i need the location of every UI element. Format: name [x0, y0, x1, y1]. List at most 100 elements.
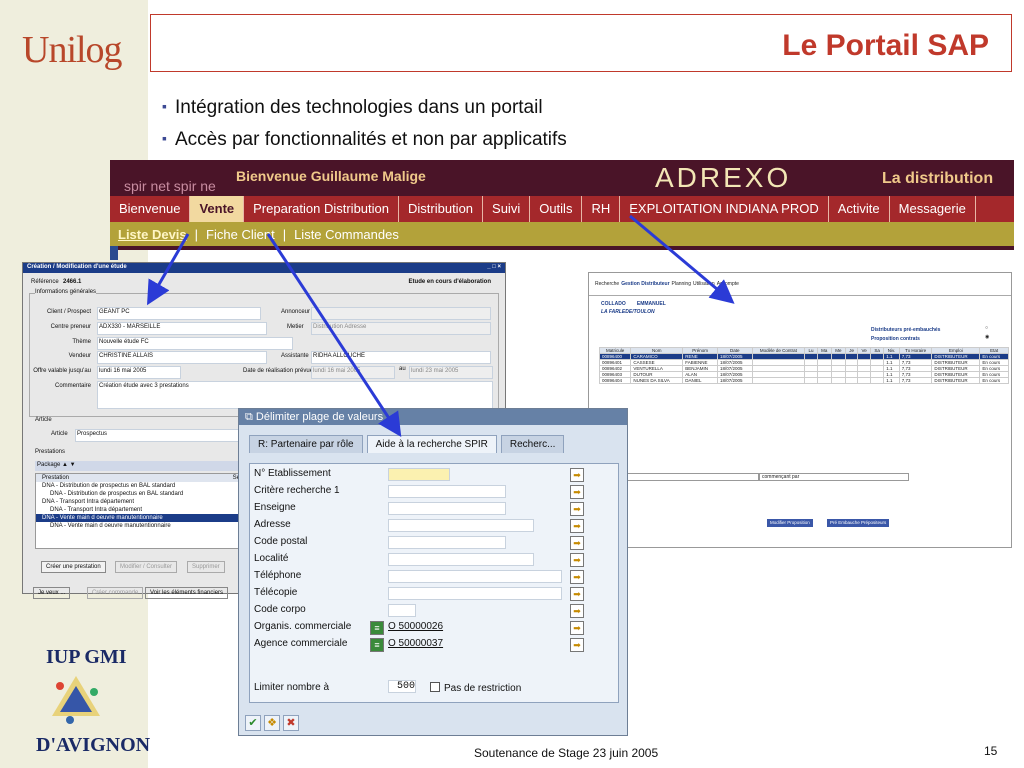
nav-bienvenue[interactable]: Bienvenue	[110, 196, 191, 222]
city: LA FARLEDE/TOULON	[601, 309, 655, 315]
table-cell: 18/07/2005	[717, 377, 753, 384]
subnav-liste-commandes[interactable]: Liste Commandes	[286, 227, 407, 242]
checkbox-icon[interactable]	[430, 682, 440, 692]
nav-exploitation[interactable]: EXPLOITATION INDIANA PROD	[620, 196, 829, 222]
cancel-icon[interactable]: ✖	[283, 715, 299, 731]
multiple-selection-icon[interactable]: ➡	[570, 604, 584, 618]
table-row[interactable]: DNA - Transport Intra département	[36, 506, 260, 514]
nav-rh[interactable]: RH	[582, 196, 621, 222]
field-input[interactable]	[388, 587, 562, 600]
multiple-selection-icon[interactable]: ➡	[570, 468, 584, 482]
tab-gestion[interactable]: Gestion Distributeur	[621, 281, 669, 287]
matchcode-icon[interactable]: ≡	[370, 638, 384, 652]
multiple-selection-icon[interactable]: ➡	[570, 502, 584, 516]
financials-button[interactable]: Voir les éléments financiers	[145, 587, 229, 599]
create-order-button[interactable]: Créer commande	[87, 587, 144, 599]
tab-accompte[interactable]: Accompte	[717, 281, 739, 287]
multiple-selection-icon[interactable]: ➡	[570, 570, 584, 584]
field-input[interactable]	[388, 485, 506, 498]
tab-planning[interactable]: Planning	[672, 281, 691, 287]
field-input[interactable]	[388, 570, 562, 583]
package-dropdown[interactable]: Package ▲ ▼	[35, 461, 261, 471]
filter-field-2[interactable]: commençant par	[759, 473, 909, 481]
field-label: Code corpo	[254, 604, 306, 615]
table-row[interactable]: DNA - Distribution de prospectus en BAL …	[36, 482, 260, 490]
date-to-field[interactable]: lundi 23 mai 2005	[409, 366, 493, 379]
matchcode-icon[interactable]: ≡	[370, 621, 384, 635]
reference-label: Référence	[31, 279, 59, 285]
subnav-liste-devis[interactable]: Liste Devis	[110, 227, 195, 242]
commentaire-field[interactable]: Création étude avec 3 prestations	[97, 381, 493, 409]
win2-tabs: Recherche Gestion Distributeur Planning …	[589, 273, 1011, 296]
table-cell: 7,73	[898, 377, 933, 384]
nav-preparation[interactable]: Preparation Distribution	[244, 196, 399, 222]
tab-recherche[interactable]: Recherc...	[500, 435, 565, 453]
field-input[interactable]	[388, 553, 534, 566]
multiple-selection-icon[interactable]: ➡	[570, 536, 584, 550]
create-prestation-button[interactable]: Créer une prestation	[41, 561, 106, 573]
theme-field[interactable]: Nouvelle étude FC	[97, 337, 293, 350]
je-veux-button[interactable]: Je veux ...	[33, 587, 71, 599]
tab-utilisation[interactable]: Utilisation	[693, 281, 715, 287]
table-row[interactable]: DNA - Vente main d oeuvre manutentionnai…	[36, 522, 260, 530]
field-input[interactable]	[388, 536, 506, 549]
annonceur-field[interactable]	[311, 307, 491, 320]
tab-recherche[interactable]: Recherche	[595, 281, 619, 287]
field-label: Télécopie	[254, 587, 298, 598]
centre-field[interactable]: ADX330 - MARSEILLE	[97, 322, 267, 335]
field-input[interactable]: O 50000026	[388, 621, 476, 634]
table-row-selected[interactable]: DNA - Vente main d oeuvre manutentionnai…	[36, 514, 260, 522]
nav-outils[interactable]: Outils	[530, 196, 583, 222]
field-input[interactable]: O 50000037	[388, 638, 476, 651]
field-label: Assistante	[281, 353, 309, 359]
radio-selected-icon[interactable]: ◉	[985, 334, 989, 340]
field-input[interactable]	[388, 604, 416, 617]
prestations-table: PrestationSélectio DNA - Distribution de…	[35, 473, 261, 549]
multiple-selection-icon[interactable]: ➡	[570, 638, 584, 652]
multiple-selection-icon[interactable]: ➡	[570, 485, 584, 499]
field-input[interactable]	[388, 519, 534, 532]
metier-field[interactable]: Distribution Adresse	[311, 322, 491, 335]
table-row[interactable]: DNA - Distribution de prospectus en BAL …	[36, 490, 260, 498]
option-2: Proposition contrats	[871, 336, 920, 342]
filter-field-1[interactable]: Nom	[609, 473, 759, 481]
subnav-fiche-client[interactable]: Fiche Client	[198, 227, 283, 242]
no-restriction-checkbox[interactable]: Pas de restriction	[430, 682, 521, 696]
nav-vente[interactable]: Vente	[190, 196, 245, 222]
field-label: Agence commerciale	[254, 638, 348, 649]
table-row[interactable]: 00896404 NUNES DA SILVA DANIEL 18/07/2005 1.…	[598, 377, 1009, 384]
nav-activite[interactable]: Activite	[829, 196, 890, 222]
window-controls[interactable]: _ □ ×	[487, 264, 501, 270]
date-from-field[interactable]: lundi 16 mai 2005	[311, 366, 395, 379]
multiple-selection-icon[interactable]: ➡	[570, 519, 584, 533]
delete-button[interactable]: Supprimer	[187, 561, 225, 573]
table-cell	[870, 377, 885, 384]
bullet-item: Intégration des technologies dans un por…	[162, 92, 567, 124]
field-input[interactable]	[388, 502, 506, 515]
modify-proposition-button[interactable]: Modifier Proposition	[767, 519, 813, 527]
nav-messagerie[interactable]: Messagerie	[890, 196, 976, 222]
table-row[interactable]: DNA - Transport Intra département	[36, 498, 260, 506]
nav-distribution[interactable]: Distribution	[399, 196, 484, 222]
multiple-selection-icon[interactable]: ➡	[570, 553, 584, 567]
adrexo-logo: ADREXO	[655, 162, 792, 193]
article-field[interactable]: Prospectus	[75, 429, 261, 442]
nav-suivi[interactable]: Suivi	[483, 196, 531, 222]
multiple-selection-icon[interactable]: ➡	[570, 621, 584, 635]
school-line2: D'AVIGNON	[36, 734, 151, 756]
vendeur-field[interactable]: CHRISTINE ALLAIS	[97, 351, 267, 364]
tab-partenaire[interactable]: R: Partenaire par rôle	[249, 435, 363, 453]
assistante-field[interactable]: RIDHA ALLOUCHE	[311, 351, 491, 364]
pre-embauche-button[interactable]: Pré Embauche Prépositeurs	[827, 519, 890, 527]
multiple-selection-icon[interactable]: ➡	[570, 587, 584, 601]
modify-button[interactable]: Modifier / Consulter	[115, 561, 178, 573]
check-icon[interactable]: ✔	[245, 715, 261, 731]
tab-aide-spir[interactable]: Aide à la recherche SPIR	[366, 435, 497, 453]
offre-field[interactable]: lundi 16 mai 2005	[97, 366, 181, 379]
school-emblem-icon	[52, 676, 100, 724]
limit-input[interactable]: 500	[388, 680, 416, 693]
client-field[interactable]: GEANT PC	[97, 307, 261, 320]
radio-icon[interactable]: ○	[985, 325, 988, 331]
multi-select-icon[interactable]: ❖	[264, 715, 280, 731]
field-input[interactable]	[388, 468, 450, 481]
